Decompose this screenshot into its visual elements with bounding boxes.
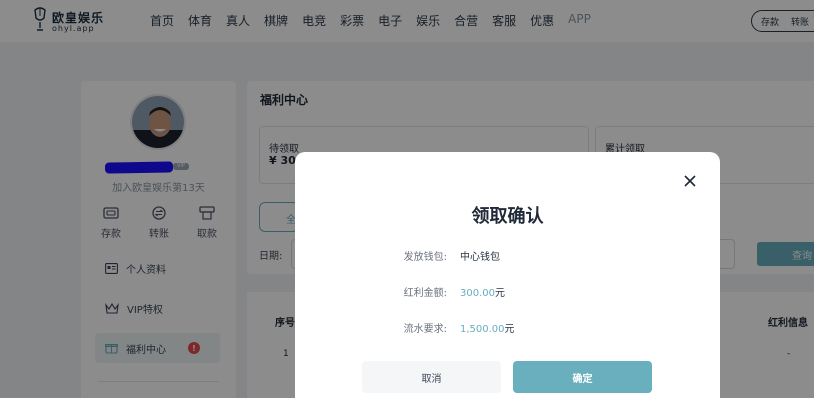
confirm-label: 确定 (572, 373, 593, 385)
turnover-value: 1,500.00 (460, 324, 505, 335)
turnover-unit: 元 (504, 324, 515, 335)
dialog-title: 领取确认 (471, 206, 544, 227)
claim-confirm-dialog: 领取确认 发放钱包: 中心钱包 红利金额: 300.00元 流水要求: 1,50… (295, 152, 720, 398)
cancel-button[interactable]: 取消 (362, 361, 501, 393)
amount-value: 300.00 (460, 288, 495, 299)
turnover-value-group: 1,500.00元 (460, 320, 515, 335)
wallet-label: 发放钱包: (403, 252, 447, 263)
wallet-row: 发放钱包: 中心钱包 (295, 248, 720, 264)
cancel-label: 取消 (421, 373, 442, 385)
turnover-label: 流水要求: (403, 324, 447, 335)
amount-row: 红利金额: 300.00元 (295, 284, 720, 300)
amount-unit: 元 (495, 288, 505, 299)
amount-label: 红利金额: (403, 288, 447, 299)
wallet-value: 中心钱包 (460, 252, 500, 263)
turnover-row: 流水要求: 1,500.00元 (295, 320, 720, 336)
amount-value-group: 300.00元 (460, 284, 505, 299)
confirm-button[interactable]: 确定 (513, 361, 652, 393)
close-icon[interactable] (681, 172, 699, 190)
